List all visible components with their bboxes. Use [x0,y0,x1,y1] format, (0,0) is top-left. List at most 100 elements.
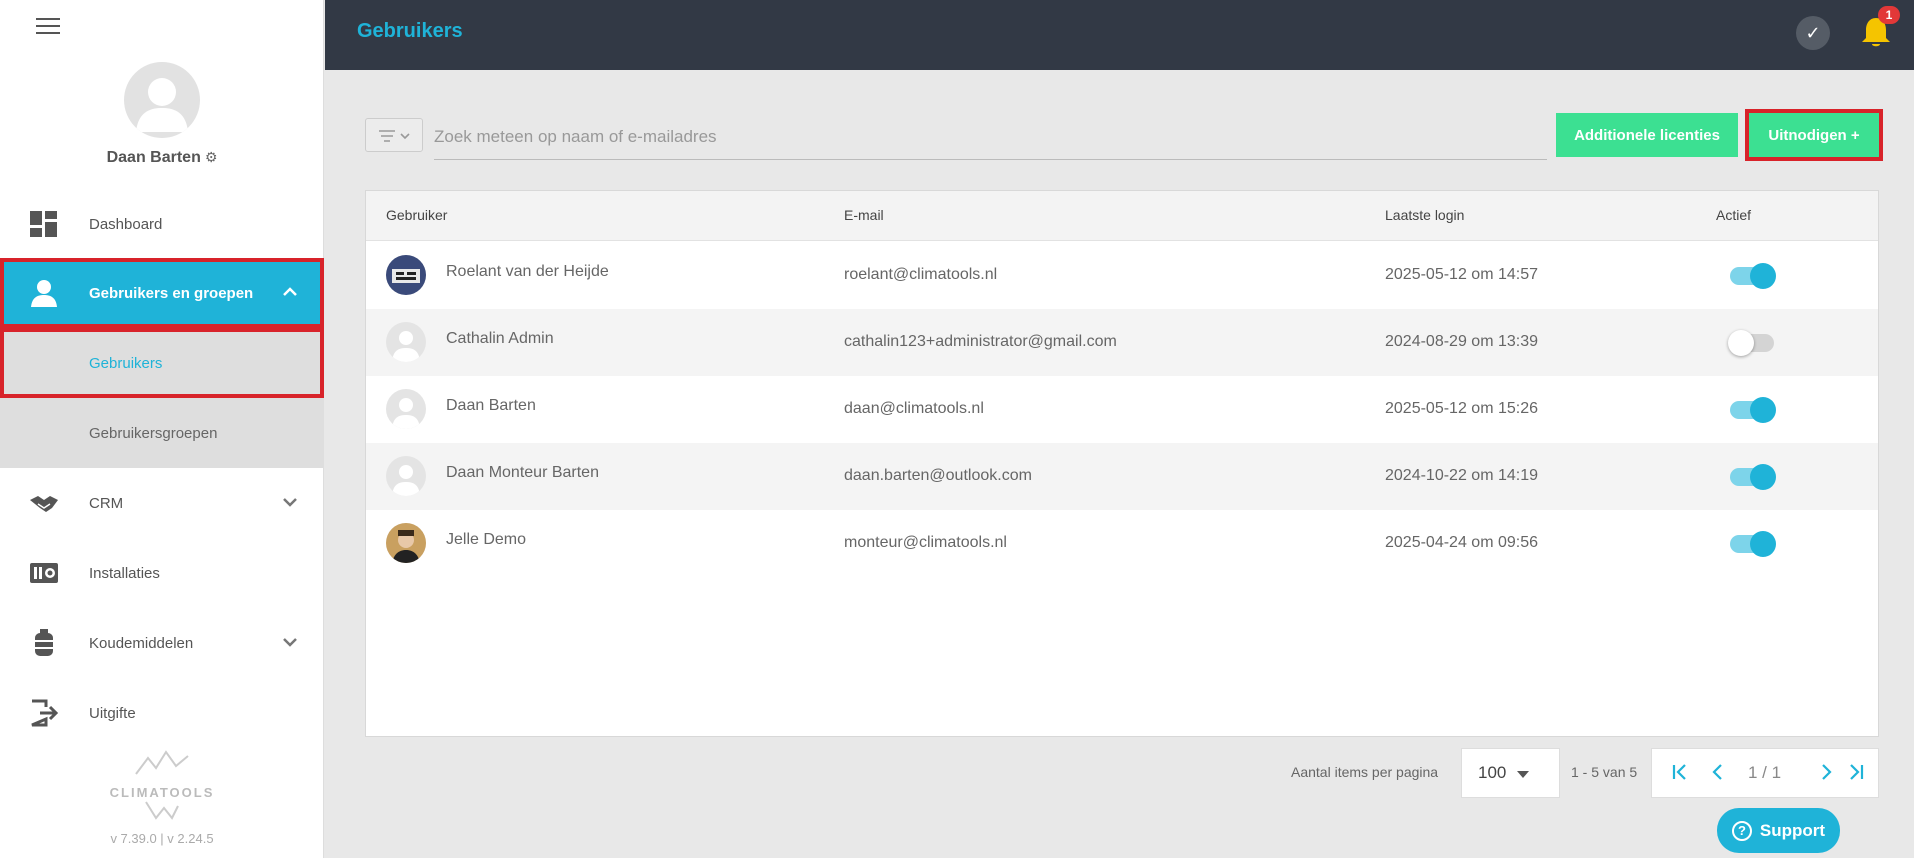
user-last-login: 2025-05-12 om 14:57 [1385,266,1538,283]
sidebar-item-label: Gebruikers [89,354,163,372]
chevron-down-icon [282,634,298,652]
table-row[interactable]: Jelle Demo monteur@climatools.nl 2025-04… [366,510,1878,577]
sidebar-item-user-groups[interactable]: Gebruikersgroepen [0,398,324,468]
column-header-last-login[interactable]: Laatste login [1385,207,1464,223]
user-name: Cathalin Admin [446,330,554,347]
table-row[interactable]: Roelant van der Heijde roelant@climatool… [366,242,1878,309]
previous-page-icon[interactable] [1708,762,1728,788]
next-page-icon[interactable] [1816,762,1836,788]
sidebar-item-label: Gebruikersgroepen [89,424,218,442]
filter-icon [379,130,410,142]
sidebar-item-label: Uitgifte [89,704,136,722]
toggle-knob [1750,531,1776,557]
user-name: Daan Barten [446,397,536,414]
table-row[interactable]: Daan Monteur Barten daan.barten@outlook.… [366,443,1878,510]
sidebar-item-crm[interactable]: CRM [0,468,324,538]
installation-icon [30,563,58,583]
user-email: cathalin123+administrator@gmail.com [844,333,1117,350]
sidebar: Daan Barten ⚙ Dashboard Gebruikers en gro… [0,0,324,858]
toggle-knob [1750,397,1776,423]
toggle-knob [1728,330,1754,356]
first-page-icon[interactable] [1670,762,1690,788]
brand-name: CLIMATOOLS [109,785,215,800]
user-last-login: 2025-05-12 om 15:26 [1385,400,1538,417]
avatar [386,389,426,429]
pagination-range: 1 - 5 van 5 [1571,764,1638,780]
chevron-up-icon [282,284,298,302]
avatar [386,322,426,362]
users-table: Gebruiker E-mail Laatste login Actief Ro… [365,190,1879,737]
active-toggle[interactable] [1730,397,1776,423]
active-toggle[interactable] [1730,263,1776,289]
page-indicator: 1 / 1 [1748,763,1782,782]
version-text: v 7.39.0 | v 2.24.5 [110,831,214,846]
user-last-login: 2024-08-29 om 13:39 [1385,333,1538,350]
user-name: Jelle Demo [446,531,527,548]
help-icon: ? [1731,820,1752,841]
sidebar-item-label: CRM [89,494,124,512]
column-header-user[interactable]: Gebruiker [386,207,447,223]
last-page-icon[interactable] [1846,762,1866,788]
sidebar-item-output[interactable]: Uitgifte [0,678,324,748]
top-bar: Gebruikers ✓ 1 [325,0,1914,70]
user-email: daan.barten@outlook.com [844,467,1032,484]
export-icon [31,699,59,727]
logo-icon [135,750,189,775]
column-header-active[interactable]: Actief [1716,207,1751,223]
profile-name[interactable]: Daan Barten ⚙ [0,149,324,167]
invite-button[interactable]: Uitnodigen + [1745,109,1883,161]
chevron-down-icon [282,494,298,512]
user-email: daan@climatools.nl [844,400,984,417]
active-toggle[interactable] [1730,531,1776,557]
profile-name-text: Daan Barten [106,149,201,166]
active-toggle[interactable] [1728,330,1774,356]
items-per-page-label: Aantal items per pagina [1291,764,1439,780]
support-button[interactable]: ? Support [1717,808,1840,853]
menu-icon[interactable] [36,18,60,36]
avatar [386,523,426,563]
sidebar-item-users[interactable]: Gebruikers [0,328,324,398]
user-last-login: 2024-10-22 om 14:19 [1385,467,1538,484]
user-email: roelant@climatools.nl [844,266,998,283]
additional-licenses-button[interactable]: Additionele licenties [1556,113,1738,157]
table-header: Gebruiker E-mail Laatste login Actief [366,191,1878,241]
toggle-knob [1750,263,1776,289]
logo-mark-icon [145,801,179,820]
sidebar-item-dashboard[interactable]: Dashboard [0,189,324,259]
avatar [386,456,426,496]
user-icon [31,280,57,307]
table-row[interactable]: Daan Barten daan@climatools.nl 2025-05-1… [366,376,1878,443]
user-name: Daan Monteur Barten [446,464,599,481]
brand-logo: CLIMATOOLS [0,748,324,827]
sidebar-item-label: Koudemiddelen [89,634,194,652]
user-name: Roelant van der Heijde [446,263,609,280]
handshake-icon [30,496,58,512]
check-icon[interactable]: ✓ [1796,16,1830,50]
table-row[interactable]: Cathalin Admin cathalin123+administrator… [366,309,1878,376]
gear-icon[interactable]: ⚙ [205,149,218,165]
sidebar-item-label: Installaties [89,564,160,582]
sidebar-item-label: Gebruikers en groepen [89,284,254,302]
user-email: monteur@climatools.nl [844,534,1007,551]
sidebar-item-users-groups[interactable]: Gebruikers en groepen [0,258,324,328]
search-input[interactable] [434,114,1547,160]
toggle-knob [1750,464,1776,490]
active-toggle[interactable] [1730,464,1776,490]
sidebar-item-refrigerants[interactable]: Koudemiddelen [0,608,324,678]
items-per-page-value: 100 [1478,763,1507,782]
profile-avatar[interactable] [124,62,200,138]
user-last-login: 2025-04-24 om 09:56 [1385,534,1538,551]
caret-down-icon [1517,771,1529,778]
items-per-page-select[interactable]: 100 [1461,748,1560,798]
support-label: Support [1759,820,1826,840]
sidebar-item-installations[interactable]: Installaties [0,538,324,608]
page-title: Gebruikers [357,20,463,42]
sidebar-item-label: Dashboard [89,215,163,233]
dashboard-icon [30,211,57,237]
cylinder-icon [35,629,53,656]
avatar [386,255,426,295]
notification-badge: 1 [1878,6,1900,24]
pagination-nav: 1 / 1 [1651,748,1879,798]
filter-button[interactable] [365,118,423,152]
column-header-email[interactable]: E-mail [844,207,884,223]
